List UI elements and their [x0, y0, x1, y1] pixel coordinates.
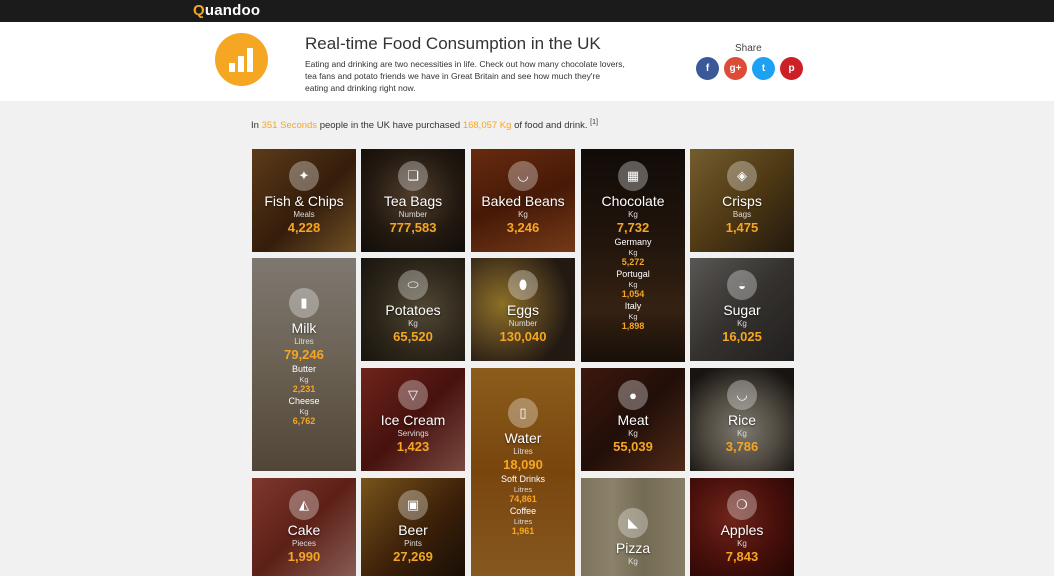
tile-milk[interactable]: ▮ Milk Litres 79,246 Butter Kg 2,231 Che…: [252, 258, 356, 471]
bar-chart-icon: [215, 33, 268, 86]
rice-bowl-icon: ◡: [727, 380, 757, 410]
glass-icon: ▯: [508, 398, 538, 428]
tile-fish-and-chips[interactable]: ✦ Fish & Chips Meals 4,228: [252, 149, 356, 252]
tile-apples[interactable]: ❍ Apples Kg 7,843: [690, 478, 794, 576]
logo-letter: Q: [193, 2, 205, 19]
tile-potatoes[interactable]: ⬭ Potatoes Kg 65,520: [361, 258, 465, 361]
crisps-bag-icon: ◈: [727, 161, 757, 191]
amount-counter: 168,057 Kg: [462, 120, 512, 132]
meat-icon: ●: [618, 380, 648, 410]
bowl-icon: ◡: [508, 161, 538, 191]
page-description: Eating and drinking are two necessities …: [305, 59, 625, 93]
sugar-bowl-icon: ◒: [727, 270, 757, 300]
tile-cake[interactable]: ◭ Cake Pieces 1,990: [252, 478, 356, 576]
tile-crisps[interactable]: ◈ Crisps Bags 1,475: [690, 149, 794, 252]
pinterest-share-button[interactable]: p: [780, 57, 803, 80]
potato-icon: ⬭: [398, 270, 428, 300]
twitter-share-button[interactable]: t: [752, 57, 775, 80]
cake-slice-icon: ◭: [289, 490, 319, 520]
chocolate-bar-icon: ▦: [618, 161, 648, 191]
fish-and-chips-icon: ✦: [289, 161, 319, 191]
apple-icon: ❍: [727, 490, 757, 520]
tile-eggs[interactable]: ⬮ Eggs Number 130,040: [471, 258, 575, 361]
pizza-slice-icon: ◣: [618, 508, 648, 538]
tile-tea-bags[interactable]: ❏ Tea Bags Number 777,583: [361, 149, 465, 252]
egg-icon: ⬮: [508, 270, 538, 300]
tile-beer[interactable]: ▣ Beer Pints 27,269: [361, 478, 465, 576]
tile-pizza[interactable]: ◣ Pizza Kg: [581, 478, 685, 576]
google-plus-share-button[interactable]: g+: [724, 57, 747, 80]
milk-bottle-icon: ▮: [289, 288, 319, 318]
tile-rice[interactable]: ◡ Rice Kg 3,786: [690, 368, 794, 471]
quandoo-logo[interactable]: Quandoo: [193, 2, 260, 19]
share-label: Share: [735, 43, 762, 54]
page-title: Real-time Food Consumption in the UK: [305, 34, 601, 53]
page-header: Real-time Food Consumption in the UK Eat…: [0, 22, 1054, 101]
intro-sentence: In 351 Seconds people in the UK have pur…: [251, 119, 598, 132]
top-bar: Quandoo: [0, 0, 1054, 22]
tile-ice-cream[interactable]: ▽ Ice Cream Servings 1,423: [361, 368, 465, 471]
tile-meat[interactable]: ● Meat Kg 55,039: [581, 368, 685, 471]
tile-sugar[interactable]: ◒ Sugar Kg 16,025: [690, 258, 794, 361]
tile-chocolate[interactable]: ▦ Chocolate Kg 7,732 Germany Kg 5,272 Po…: [581, 149, 685, 362]
footnote-link[interactable]: [1]: [590, 119, 598, 126]
tile-water[interactable]: ▯ Water Litres 18,090 Soft Drinks Litres…: [471, 368, 575, 576]
tea-bag-icon: ❏: [398, 161, 428, 191]
tile-baked-beans[interactable]: ◡ Baked Beans Kg 3,246: [471, 149, 575, 252]
facebook-share-button[interactable]: f: [696, 57, 719, 80]
ice-cream-icon: ▽: [398, 380, 428, 410]
beer-mug-icon: ▣: [398, 490, 428, 520]
logo-text: uandoo: [204, 2, 261, 19]
seconds-counter: 351 Seconds: [261, 120, 318, 132]
